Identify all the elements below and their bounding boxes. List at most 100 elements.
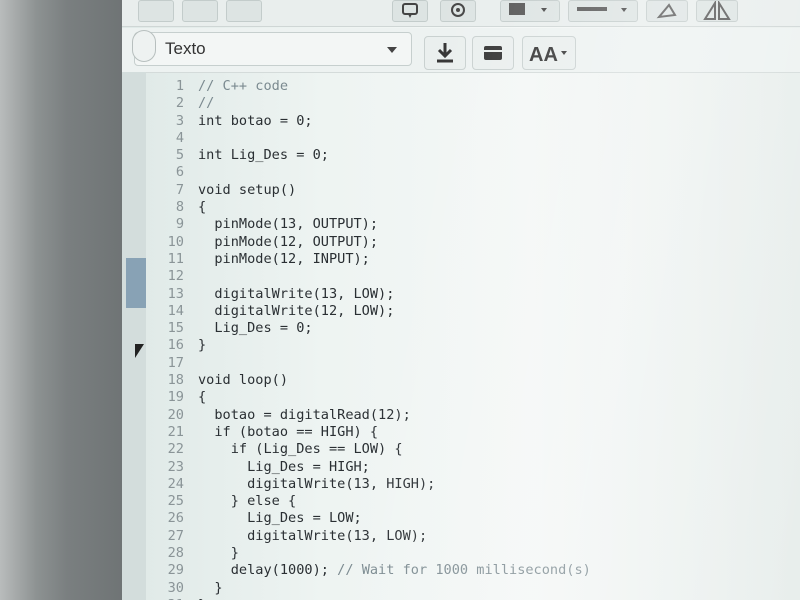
line-number: 22 <box>167 441 184 458</box>
code-line[interactable]: 2 // <box>158 95 798 112</box>
code-line[interactable]: 11 pinMode(12, INPUT); <box>158 251 798 268</box>
code-line[interactable]: 15 Lig_Des = 0; <box>158 320 798 337</box>
line-style-button[interactable] <box>568 0 638 22</box>
code-text: digitalWrite(12, LOW); <box>198 302 395 319</box>
toolbar-button-1[interactable] <box>138 0 174 22</box>
code-text: // C++ code <box>198 78 288 94</box>
code-line[interactable]: 5 int Lig_Des = 0; <box>158 147 798 164</box>
line-number: 18 <box>167 372 184 389</box>
line-number: 23 <box>167 458 184 475</box>
line-number: 29 <box>167 562 184 579</box>
code-text: pinMode(12, INPUT); <box>198 250 370 267</box>
gear-icon <box>451 3 465 17</box>
panel-toggle-button[interactable] <box>132 30 156 62</box>
code-line[interactable]: 24 digitalWrite(13, HIGH); <box>158 476 798 493</box>
code-editor[interactable]: 1 // C++ code 2 // 3 int botao = 0; 4 5 int Lig_… <box>158 78 798 600</box>
line-number: 17 <box>167 354 184 371</box>
code-line[interactable]: 6 <box>158 164 798 181</box>
code-line[interactable]: 28 } <box>158 545 798 562</box>
code-line[interactable]: 18 void loop() <box>158 372 798 389</box>
line-number: 27 <box>167 527 184 544</box>
code-line[interactable]: 25 } else { <box>158 493 798 510</box>
line-number: 5 <box>175 147 184 164</box>
line-number: 9 <box>175 216 184 233</box>
code-text: void loop() <box>198 372 289 389</box>
code-text: } <box>198 545 239 562</box>
code-text: if (Lig_Des == LOW) { <box>198 441 403 458</box>
component-button[interactable] <box>440 0 476 22</box>
toolbar-button-3[interactable] <box>226 0 262 22</box>
code-line[interactable]: 19 { <box>158 389 798 406</box>
monitor-bezel <box>0 0 122 600</box>
line-number: 15 <box>167 320 184 337</box>
code-text: pinMode(12, OUTPUT); <box>198 233 379 250</box>
code-line[interactable]: 14 digitalWrite(12, LOW); <box>158 303 798 320</box>
line-number: 14 <box>167 302 184 319</box>
code-line[interactable]: 4 <box>158 130 798 147</box>
line-number: 10 <box>167 233 184 250</box>
code-text: digitalWrite(13, LOW); <box>198 527 428 544</box>
code-line[interactable]: 27 digitalWrite(13, LOW); <box>158 528 798 545</box>
font-size-label: AA <box>529 44 558 66</box>
code-line[interactable]: 21 if (botao == HIGH) { <box>158 424 798 441</box>
code-line[interactable]: 23 Lig_Des = HIGH; <box>158 459 798 476</box>
line-number: 1 <box>175 78 184 94</box>
flip-button[interactable] <box>696 0 738 22</box>
code-line[interactable]: 8{ <box>158 199 798 216</box>
line-number: 20 <box>167 406 184 423</box>
code-text: botao = digitalRead(12); <box>198 406 411 423</box>
code-line[interactable]: 16} <box>158 337 798 354</box>
code-line[interactable]: 26 Lig_Des = LOW; <box>158 510 798 527</box>
code-line[interactable]: 13 digitalWrite(13, LOW); <box>158 286 798 303</box>
download-button[interactable] <box>424 36 466 70</box>
code-text: { <box>198 389 207 406</box>
code-line[interactable]: 20 botao = digitalRead(12); <box>158 407 798 424</box>
code-line[interactable]: 7 void setup() <box>158 182 798 199</box>
code-line[interactable]: 3 int botao = 0; <box>158 113 798 130</box>
code-line[interactable]: 29 delay(1000); // Wait for 1000 millise… <box>158 562 798 579</box>
code-comment: // Wait for 1000 millisecond(s) <box>337 562 591 579</box>
line-number: 7 <box>175 181 184 198</box>
code-text: int Lig_Des = 0; <box>198 147 329 164</box>
code-text: } else { <box>198 493 297 510</box>
color-swatch-icon <box>509 3 547 15</box>
line-number: 3 <box>175 112 184 129</box>
note-icon <box>402 3 418 18</box>
code-line[interactable]: 22 if (Lig_Des == LOW) { <box>158 441 798 458</box>
line-number: 16 <box>167 337 184 354</box>
rotate-button[interactable] <box>646 0 688 22</box>
rotate-icon <box>656 3 677 19</box>
code-line[interactable]: 9 pinMode(13, OUTPUT); <box>158 216 798 233</box>
line-number: 8 <box>175 199 184 216</box>
library-button[interactable] <box>472 36 514 70</box>
color-picker-button[interactable] <box>500 0 560 22</box>
code-text: pinMode(13, OUTPUT); <box>198 216 379 233</box>
code-text: digitalWrite(13, HIGH); <box>198 475 436 492</box>
toolbar-button-2[interactable] <box>182 0 218 22</box>
code-text: int botao = 0; <box>198 112 313 129</box>
editor-gutter <box>122 72 146 600</box>
mouse-pointer-icon <box>135 344 144 358</box>
line-number: 25 <box>167 493 184 510</box>
code-mode-value: Texto <box>165 39 206 58</box>
code-line[interactable]: 12 <box>158 268 798 285</box>
code-line[interactable]: 30 } <box>158 580 798 597</box>
font-size-icon: AA <box>529 44 567 66</box>
line-style-icon <box>577 7 627 12</box>
code-line[interactable]: 17 <box>158 355 798 372</box>
scroll-marker[interactable] <box>126 258 146 308</box>
line-number: 21 <box>167 423 184 440</box>
code-text: } <box>198 579 223 596</box>
line-number: 12 <box>167 268 184 285</box>
flip-icon <box>703 1 731 20</box>
top-toolbar <box>122 0 800 27</box>
code-mode-select[interactable]: Texto <box>134 32 412 66</box>
code-text: Lig_Des = HIGH; <box>198 458 370 475</box>
line-number: 6 <box>175 164 184 181</box>
code-text: digitalWrite(13, LOW); <box>198 285 395 302</box>
code-line[interactable]: 1 // C++ code <box>158 78 798 95</box>
annotation-button[interactable] <box>392 0 428 22</box>
code-text: // <box>198 95 214 111</box>
font-size-button[interactable]: AA <box>522 36 576 70</box>
code-line[interactable]: 10 pinMode(12, OUTPUT); <box>158 234 798 251</box>
